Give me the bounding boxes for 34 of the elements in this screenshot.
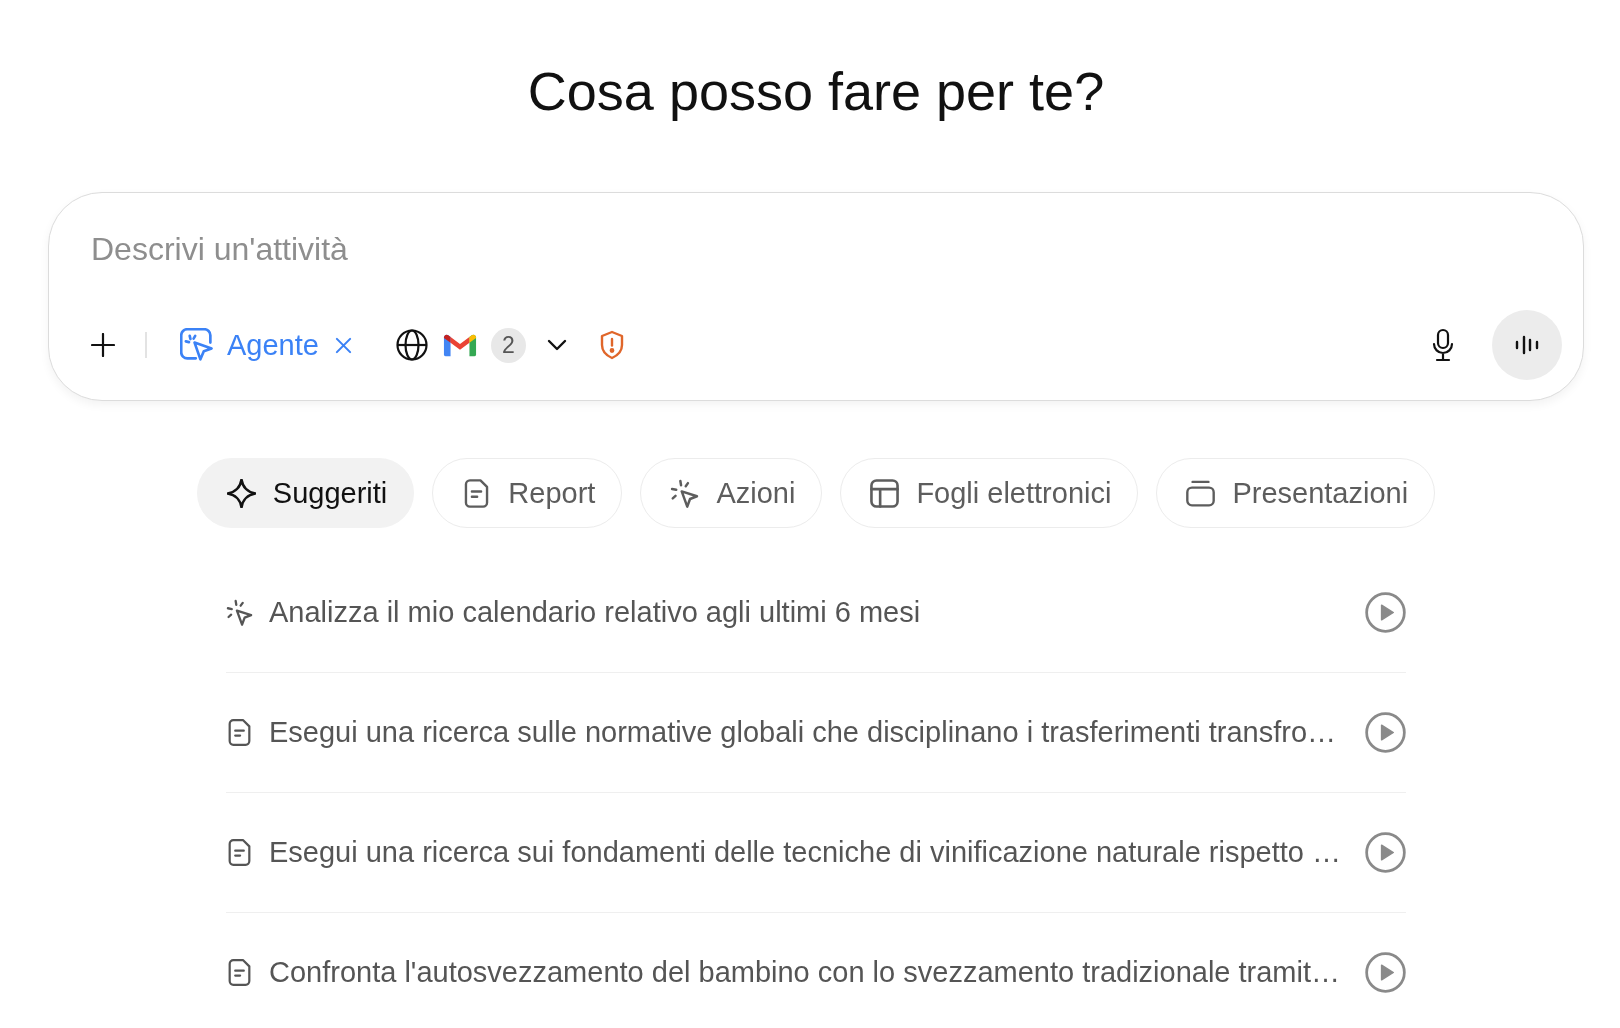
category-tab[interactable]: Azioni: [640, 458, 823, 528]
document-icon: [226, 959, 253, 986]
document-icon: [226, 719, 253, 746]
suggestion-text[interactable]: Analizza il mio calendario relativo agli ultimi 6 mesi: [269, 596, 1353, 629]
cursor-click-icon: [670, 478, 700, 508]
table-icon: [870, 478, 900, 508]
play-icon[interactable]: [1365, 952, 1406, 993]
shield-alert-icon[interactable]: [598, 330, 625, 360]
agent-mode-label[interactable]: Agente: [227, 328, 319, 362]
globe-icon[interactable]: [395, 329, 428, 361]
category-tab[interactable]: Suggeriti: [196, 458, 415, 528]
play-icon[interactable]: [1365, 712, 1406, 753]
plus-icon[interactable]: [91, 333, 115, 357]
close-icon[interactable]: [334, 336, 352, 354]
task-input[interactable]: Descrivi un'attività: [91, 228, 791, 270]
suggestion-text[interactable]: Confronta l'autosvezzamento del bambino con lo svezzamento tradizionale tramit…: [269, 956, 1353, 989]
sparkle-icon: [226, 478, 256, 508]
category-tab[interactable]: Fogli elettronici: [840, 458, 1139, 528]
cursor-frame-icon[interactable]: [180, 328, 214, 362]
suggestion-text[interactable]: Esegui una ricerca sui fondamenti delle tecniche di vinificazione naturale rispetto …: [269, 836, 1353, 869]
microphone-icon[interactable]: [1431, 328, 1455, 362]
suggestion-text[interactable]: Esegui una ricerca sulle normative globali che disciplinano i trasferimenti transfro…: [269, 716, 1353, 749]
play-icon[interactable]: [1365, 592, 1406, 633]
play-icon[interactable]: [1365, 832, 1406, 873]
category-tab[interactable]: Presentazioni: [1156, 458, 1436, 528]
cursor-click-icon: [226, 599, 253, 626]
waveform-icon: [1514, 335, 1540, 355]
document-icon: [226, 839, 253, 866]
slides-icon: [1186, 478, 1216, 508]
page-heading: Cosa posso fare per te?: [527, 62, 1105, 120]
mail-icon[interactable]: [442, 332, 477, 358]
count-badge[interactable]: 2: [490, 327, 526, 363]
category-tab[interactable]: Report: [432, 458, 623, 528]
chevron-down-icon[interactable]: [546, 339, 567, 351]
